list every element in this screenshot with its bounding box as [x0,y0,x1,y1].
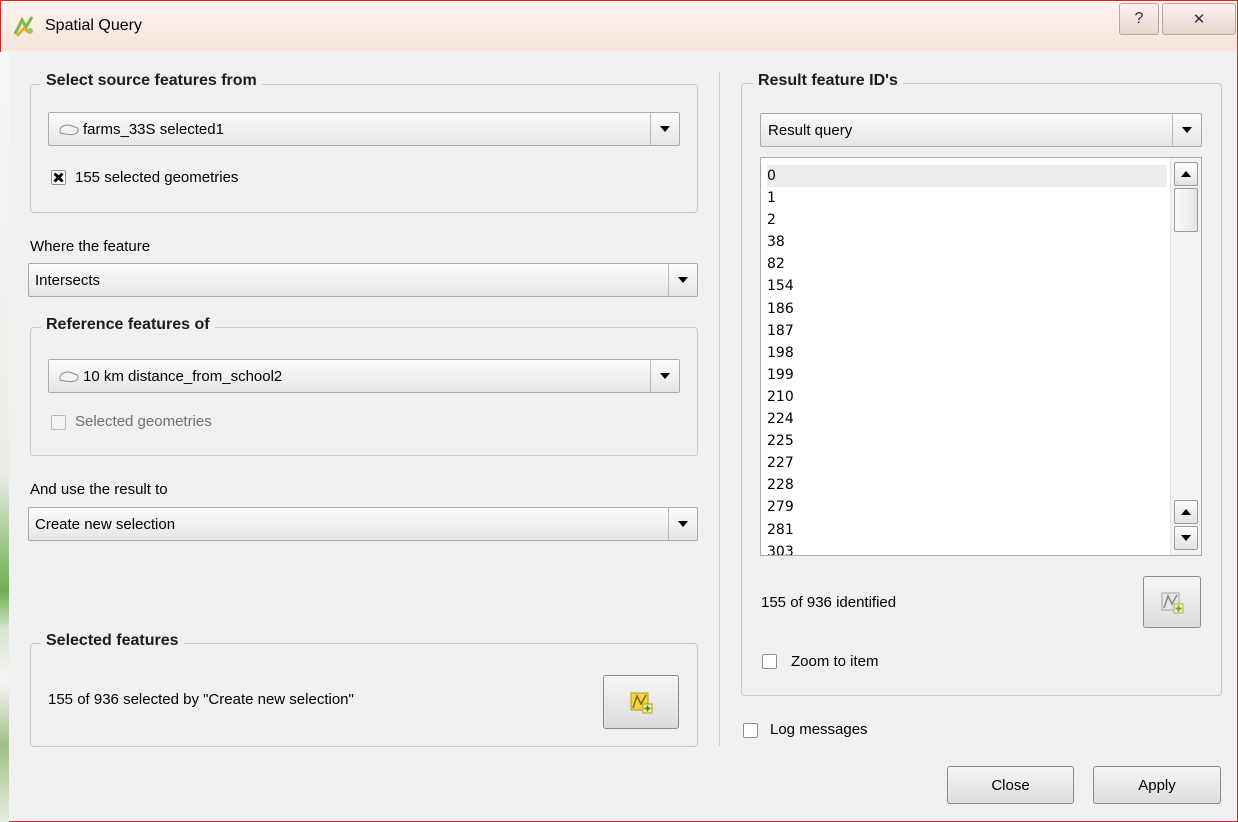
where-label: Where the feature [30,238,151,255]
selection-mode-combo[interactable]: Create new selection [28,507,698,541]
result-id-item[interactable]: 210 [767,386,1167,408]
zoom-to-item-label: Zoom to item [791,653,879,670]
window-title: Spatial Query [45,17,142,34]
help-button[interactable]: ? [1119,3,1159,35]
close-button[interactable]: Close [947,766,1074,804]
window-close-button[interactable]: ✕ [1162,3,1236,35]
log-messages-checkbox[interactable] [743,723,758,738]
help-icon: ? [1134,10,1144,27]
source-selected-checkbox[interactable] [51,170,66,185]
scroll-down-button[interactable] [1174,526,1198,550]
select-result-button[interactable] [1143,576,1201,628]
selected-features-legend: Selected features [41,632,184,650]
chevron-down-icon [650,360,679,392]
result-id-item[interactable]: 225 [767,430,1167,452]
scroll-up-button[interactable] [1174,162,1198,186]
result-id-item[interactable]: 1 [767,187,1167,209]
result-id-item[interactable]: 199 [767,364,1167,386]
result-id-item[interactable]: 198 [767,342,1167,364]
source-layer-value: farms_33S selected1 [83,120,224,138]
reference-selected-checkbox[interactable] [51,415,66,430]
reference-features-legend: Reference features of [41,316,215,334]
scroll-thumb[interactable] [1174,188,1198,232]
result-id-item[interactable]: 279 [767,496,1167,518]
chevron-down-icon [668,264,697,296]
predicate-value: Intersects [35,271,101,289]
reference-layer-value: 10 km distance_from_school2 [83,367,283,385]
result-id-item[interactable]: 82 [767,253,1167,275]
checkmark-x-icon [53,172,64,183]
use-result-label: And use the result to [30,481,168,498]
source-selected-label: 155 selected geometries [75,169,239,186]
result-id-item[interactable]: 38 [767,231,1167,253]
result-id-item[interactable]: 2 [767,209,1167,231]
result-id-list[interactable]: 0 1 2 38 82 154 186 187 198 199 210 224 225 227 228 279… [760,157,1202,556]
zoom-to-item-checkbox[interactable] [762,654,777,669]
source-layer-combo[interactable]: farms_33S selected1 [48,112,680,146]
result-id-item[interactable]: 0 [767,165,1167,188]
result-id-item[interactable]: 227 [767,452,1167,474]
select-features-icon [1161,592,1184,614]
spatial-query-icon [13,16,34,37]
result-id-items: 0 1 2 38 82 154 186 187 198 199 210 224 225 227 228 279… [767,165,1167,555]
selection-mode-value: Create new selection [35,515,176,533]
apply-button-label: Apply [1138,776,1176,794]
title-bar[interactable]: Spatial Query ? ✕ [1,1,1237,51]
polygon-layer-icon [59,124,79,136]
identified-count: 155 of 936 identified [761,594,897,611]
result-id-item[interactable]: 281 [767,519,1167,541]
reference-selected-label: Selected geometries [75,413,212,430]
log-messages-label: Log messages [770,721,868,738]
result-id-item[interactable]: 228 [767,474,1167,496]
apply-button[interactable]: Apply [1093,766,1221,804]
select-features-icon [630,692,653,714]
source-features-group [30,84,698,213]
select-features-button[interactable] [603,675,679,729]
reference-layer-combo[interactable]: 10 km distance_from_school2 [48,359,680,393]
result-ids-legend: Result feature ID's [753,72,903,90]
source-features-legend: Select source features from [41,72,262,90]
close-button-label: Close [991,776,1030,794]
result-id-item[interactable]: 224 [767,408,1167,430]
predicate-combo[interactable]: Intersects [28,263,698,297]
scroll-page-up-button[interactable] [1174,500,1198,524]
selected-features-text: 155 of 936 selected by "Create new selec… [48,691,354,708]
result-query-value: Result query [768,121,853,139]
vertical-scrollbar[interactable] [1170,158,1201,555]
result-id-item[interactable]: 303 [767,541,1167,555]
chevron-down-icon [650,113,679,145]
arrow-up-icon [1181,171,1191,177]
chevron-down-icon [668,508,697,540]
polygon-layer-icon [59,371,79,383]
arrow-up-icon [1181,509,1191,515]
chevron-down-icon [1172,114,1201,146]
result-id-item[interactable]: 154 [767,275,1167,297]
arrow-down-icon [1181,535,1191,541]
result-id-item[interactable]: 187 [767,320,1167,342]
background-window-edge [0,52,9,822]
result-query-combo[interactable]: Result query [760,113,1202,147]
close-icon: ✕ [1192,11,1206,28]
result-id-item[interactable]: 186 [767,298,1167,320]
column-separator [719,72,720,746]
